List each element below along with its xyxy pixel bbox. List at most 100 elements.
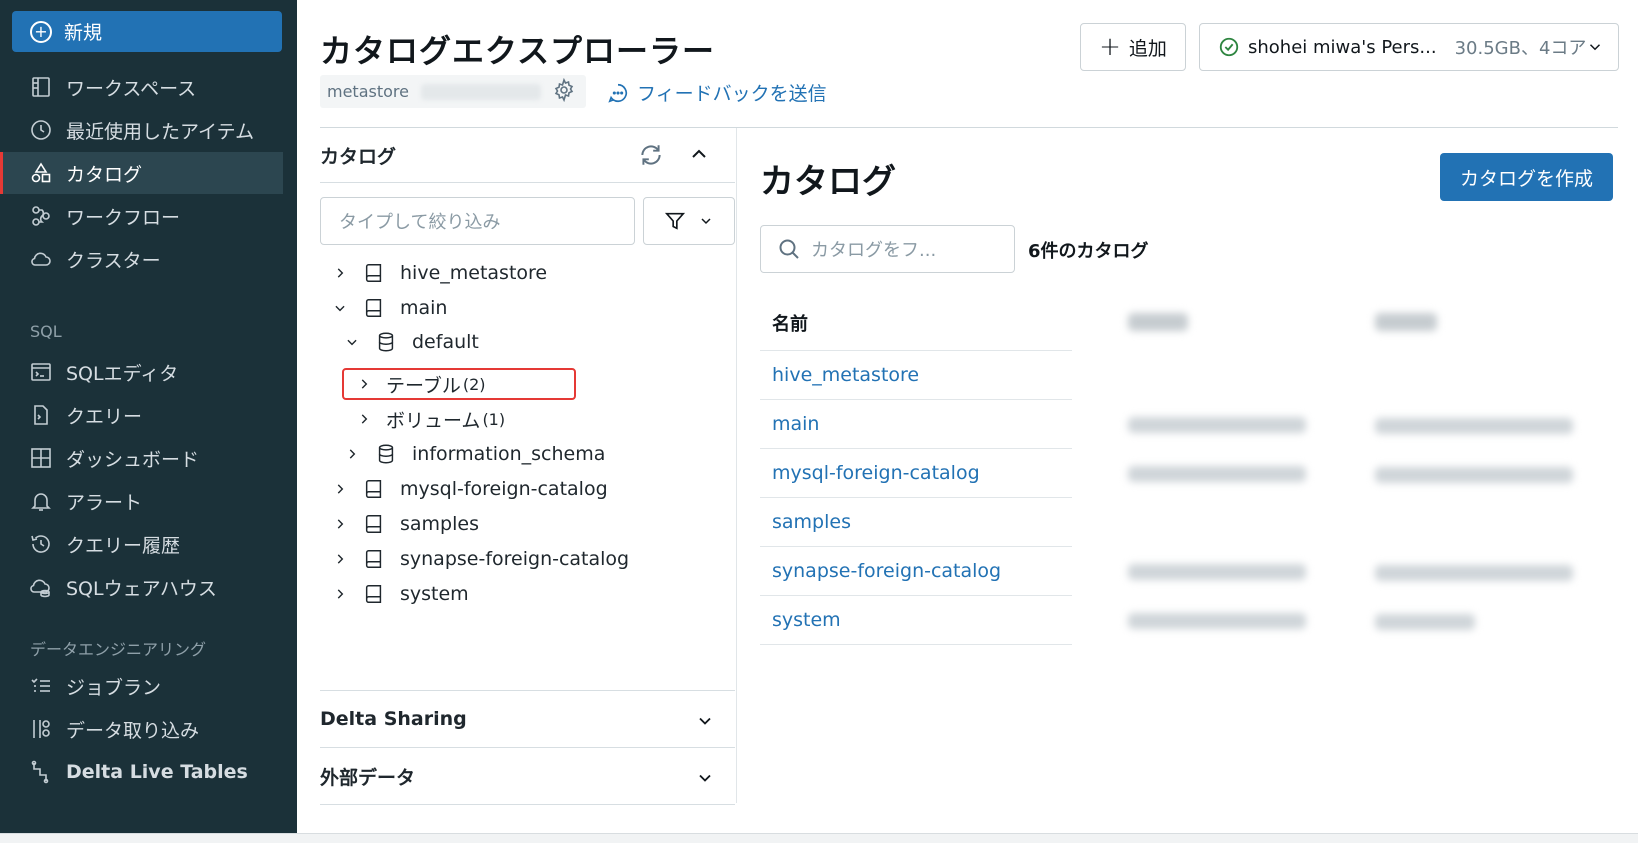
cell-redacted (1128, 613, 1306, 629)
add-button-label: 追加 (1128, 37, 1167, 60)
catalog-count: 6件のカタログ (1028, 241, 1149, 262)
book-icon (362, 261, 386, 285)
filter-button[interactable] (643, 197, 735, 245)
cluster-meta: 30.5GB、4コア (1454, 38, 1587, 59)
catalog-link-main[interactable]: main (772, 413, 819, 435)
sidebar-item-alerts[interactable]: アラート (0, 480, 283, 522)
cell-redacted (1375, 418, 1573, 434)
chevron-right-icon[interactable] (344, 447, 360, 461)
chevron-down-icon[interactable] (344, 335, 360, 349)
section-label-sql: SQL (30, 322, 62, 341)
sidebar-item-workspace[interactable]: ワークスペース (0, 66, 283, 108)
workspace-icon (28, 74, 54, 100)
sidebar-item-label: クエリー履歴 (66, 534, 181, 557)
new-button[interactable]: + 新規 (12, 11, 282, 52)
book-icon (362, 296, 386, 320)
chevron-down-icon[interactable] (332, 301, 348, 315)
accordion-delta-sharing[interactable]: Delta Sharing (320, 691, 735, 747)
sidebar-item-label: ワークスペース (66, 77, 197, 100)
plus-icon: + (1099, 32, 1121, 62)
tree-item-samples[interactable]: samples (332, 509, 479, 539)
tree-item-system[interactable]: system (332, 579, 469, 609)
database-icon (374, 330, 398, 354)
tree-item-hive-metastore[interactable]: hive_metastore (332, 258, 547, 288)
sidebar-item-query-history[interactable]: クエリー履歴 (0, 523, 283, 565)
history-icon (28, 531, 54, 557)
feedback-link[interactable]: フィードバックを送信 (607, 79, 827, 106)
catalog-link-mysql-foreign-catalog[interactable]: mysql-foreign-catalog (772, 462, 980, 484)
catalog-tree-panel: カタログ タイプして絞り込み hive_metastore main defau… (320, 128, 737, 805)
chevron-up-icon[interactable] (687, 142, 711, 170)
new-button-label: 新規 (64, 22, 103, 44)
sidebar-item-label: SQLエディタ (66, 362, 179, 385)
ingest-icon (28, 716, 54, 742)
accordion-label: Delta Sharing (320, 708, 467, 730)
filter-icon (664, 212, 686, 230)
sidebar-item-delta-live-tables[interactable]: Delta Live Tables (0, 751, 283, 793)
sql-editor-icon (28, 359, 54, 385)
table-divider (760, 644, 1072, 645)
chevron-right-icon[interactable] (332, 552, 348, 566)
tree-item-information-schema[interactable]: information_schema (344, 439, 605, 469)
tree-item-volumes[interactable]: ボリューム (1) (356, 404, 505, 434)
sidebar-item-clusters[interactable]: クラスター (0, 238, 283, 280)
tree-item-mysql-foreign-catalog[interactable]: mysql-foreign-catalog (332, 474, 608, 504)
chevron-right-icon[interactable] (332, 517, 348, 531)
warehouse-icon (28, 574, 54, 600)
catalog-link-synapse-foreign-catalog[interactable]: synapse-foreign-catalog (772, 560, 1001, 582)
metastore-id-redacted (420, 83, 541, 100)
panel-divider (320, 182, 735, 183)
table-divider (760, 448, 1072, 449)
tree-item-label: main (400, 297, 448, 319)
book-icon (362, 547, 386, 571)
sidebar-item-label: 最近使用したアイテム (66, 120, 255, 143)
table-divider (760, 497, 1072, 498)
create-catalog-button[interactable]: カタログを作成 (1440, 153, 1613, 201)
sidebar-item-recents[interactable]: 最近使用したアイテム (0, 109, 283, 151)
accordion-external-data[interactable]: 外部データ (320, 748, 735, 804)
sidebar-item-job-runs[interactable]: ジョブラン (0, 665, 283, 707)
chevron-right-icon[interactable] (332, 587, 348, 601)
dlt-icon (28, 759, 54, 785)
tree-item-synapse-foreign-catalog[interactable]: synapse-foreign-catalog (332, 544, 629, 574)
sidebar-item-label: ワークフロー (66, 206, 181, 229)
sidebar-item-label: Delta Live Tables (66, 761, 248, 783)
sidebar-item-queries[interactable]: クエリー (0, 394, 283, 436)
sidebar-item-catalog[interactable]: カタログ (0, 152, 283, 194)
sidebar-item-sql-warehouses[interactable]: SQLウェアハウス (0, 566, 283, 608)
tree-item-count: (1) (482, 409, 506, 429)
chevron-right-icon[interactable] (332, 482, 348, 496)
refresh-icon[interactable] (638, 142, 664, 172)
chevron-right-icon[interactable] (332, 266, 348, 280)
bell-icon (28, 488, 54, 514)
sidebar-item-workflow[interactable]: ワークフロー (0, 195, 283, 237)
cell-redacted (1128, 417, 1306, 433)
sidebar-item-data-ingestion[interactable]: データ取り込み (0, 708, 283, 750)
catalog-link-hive-metastore[interactable]: hive_metastore (772, 364, 919, 386)
chevron-right-icon[interactable] (356, 412, 372, 426)
catalog-panel-title: カタログ (320, 146, 397, 168)
sidebar-item-label: カタログ (66, 163, 143, 186)
gear-icon[interactable] (552, 77, 576, 106)
column-header-name[interactable]: 名前 (772, 310, 808, 336)
tree-item-main[interactable]: main (332, 293, 447, 323)
tree-item-label: hive_metastore (400, 262, 548, 284)
cell-redacted (1375, 614, 1475, 630)
catalog-link-samples[interactable]: samples (772, 511, 851, 533)
sidebar-item-sql-editor[interactable]: SQLエディタ (0, 351, 283, 393)
sidebar-item-label: クエリー (66, 405, 143, 428)
book-icon (362, 477, 386, 501)
tree-item-label: default (412, 331, 479, 353)
cluster-selector[interactable]: shohei miwa's Pers... 30.5GB、4コア (1199, 23, 1619, 71)
dashboard-icon (28, 445, 54, 471)
catalog-filter-input[interactable]: タイプして絞り込み (320, 197, 635, 245)
tree-item-default[interactable]: default (344, 327, 479, 357)
sidebar-item-dashboards[interactable]: ダッシュボード (0, 437, 283, 479)
search-icon (779, 239, 799, 259)
metastore-selector[interactable]: metastore (320, 75, 586, 108)
catalog-link-system[interactable]: system (772, 609, 841, 631)
catalog-search-input[interactable]: カタログをフ... (760, 225, 1015, 273)
add-button[interactable]: + 追加 (1080, 23, 1186, 71)
section-label-data-engineering: データエンジニアリング (30, 640, 207, 659)
cell-redacted (1375, 467, 1573, 483)
